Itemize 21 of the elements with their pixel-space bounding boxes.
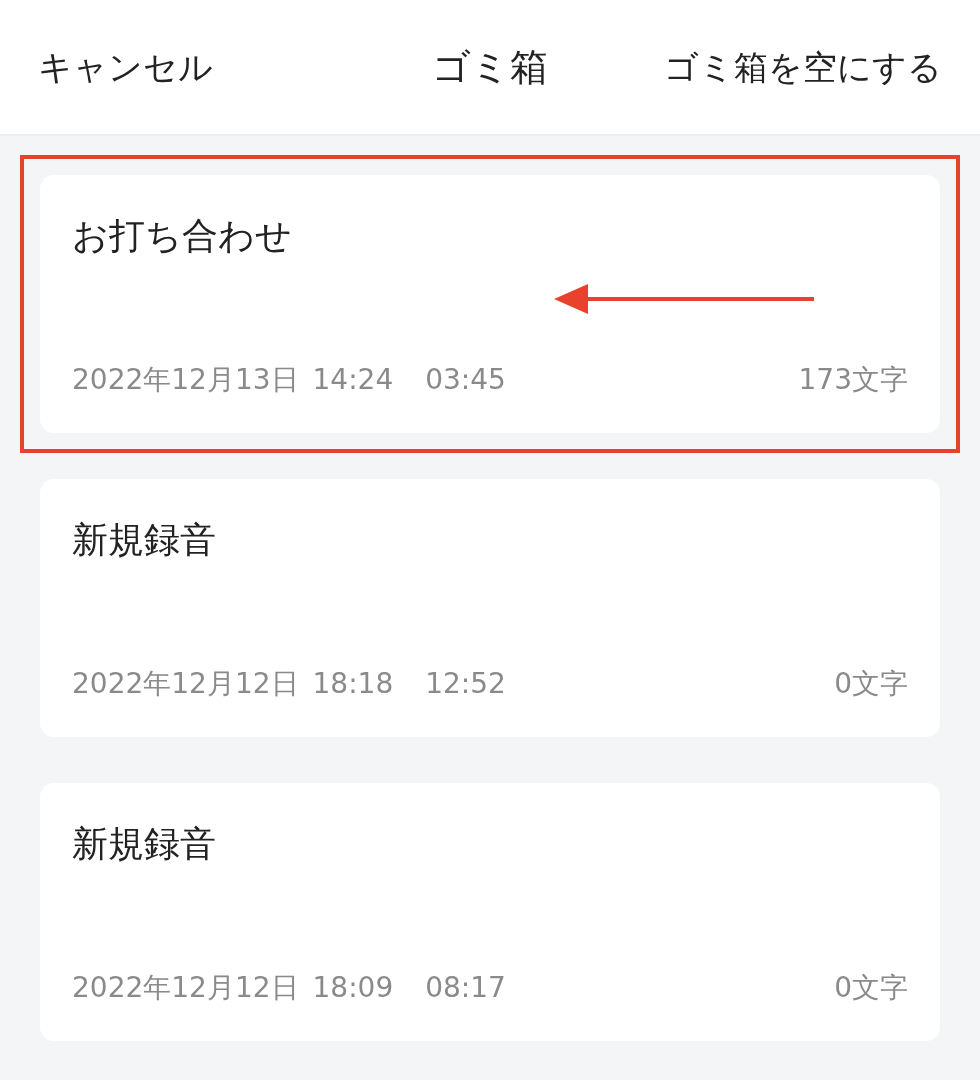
screen-title: ゴミ箱 <box>432 43 548 91</box>
recording-card[interactable]: 新規録音 2022年12月12日 18:18 12:52 0文字 <box>40 479 940 737</box>
recording-date: 2022年12月12日 <box>72 666 299 702</box>
recording-time: 18:09 <box>312 970 394 1006</box>
recording-date: 2022年12月12日 <box>72 970 299 1006</box>
cancel-button[interactable]: キャンセル <box>38 41 213 93</box>
empty-trash-button[interactable]: ゴミ箱を空にする <box>664 41 942 93</box>
character-count: 173文字 <box>798 362 908 398</box>
recording-duration: 08:17 <box>425 970 506 1006</box>
recording-card[interactable]: お打ち合わせ 2022年12月13日 14:24 03:45 173文字 <box>40 175 940 433</box>
character-count: 0文字 <box>834 666 908 702</box>
recording-title: 新規録音 <box>72 822 217 866</box>
recording-date: 2022年12月13日 <box>72 362 299 398</box>
character-count: 0文字 <box>834 970 908 1006</box>
recording-card[interactable]: 新規録音 2022年12月12日 18:09 08:17 0文字 <box>40 783 940 1041</box>
recording-title: 新規録音 <box>72 518 217 562</box>
recording-time: 14:24 <box>312 362 394 398</box>
recording-time: 18:18 <box>312 666 394 702</box>
recording-duration: 03:45 <box>425 362 506 398</box>
recording-title: お打ち合わせ <box>72 214 293 258</box>
recording-duration: 12:52 <box>425 666 506 702</box>
